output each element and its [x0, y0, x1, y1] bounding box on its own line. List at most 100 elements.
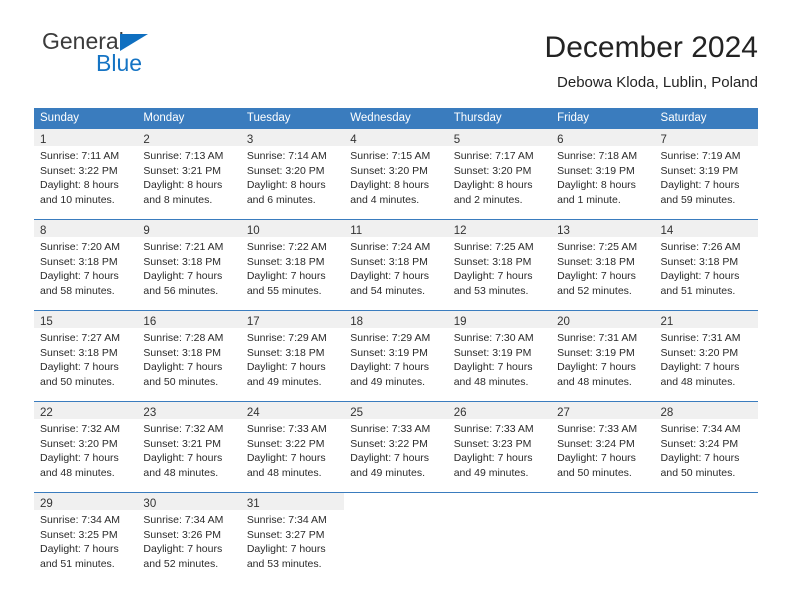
- sunrise-text: Sunrise: 7:14 AM: [246, 150, 327, 162]
- calendar-day-cell[interactable]: 1 Sunrise: 7:11 AM Sunset: 3:22 PM Daylight…: [34, 129, 138, 219]
- day-info: Sunrise: 7:14 AM Sunset: 3:20 PM Daylight:…: [241, 146, 344, 207]
- daylight-text-line1: Daylight: 7 hours: [350, 452, 430, 464]
- sunrise-text: Sunrise: 7:18 AM: [557, 150, 638, 162]
- calendar-day-cell[interactable]: 25 Sunrise: 7:33 AM Sunset: 3:22 PM Dayligh…: [344, 402, 448, 492]
- calendar-day-cell[interactable]: 17 Sunrise: 7:29 AM Sunset: 3:18 PM Dayligh…: [240, 311, 345, 401]
- day-info: Sunrise: 7:21 AM Sunset: 3:18 PM Daylight:…: [137, 237, 240, 298]
- calendar-week-row: 1 Sunrise: 7:11 AM Sunset: 3:22 PM Daylight…: [34, 129, 758, 219]
- sunset-text: Sunset: 3:20 PM: [40, 437, 118, 450]
- sunset-text: Sunset: 3:24 PM: [660, 437, 739, 450]
- logo-text-blue: Blue: [96, 50, 143, 76]
- calendar-day-cell[interactable]: 30 Sunrise: 7:34 AM Sunset: 3:26 PM Dayligh…: [137, 493, 241, 583]
- calendar-day-cell[interactable]: 21 Sunrise: 7:31 AM Sunset: 3:20 PM Dayligh…: [654, 311, 758, 401]
- calendar-day-cell[interactable]: 9 Sunrise: 7:21 AM Sunset: 3:18 PM Daylight…: [137, 220, 241, 310]
- day-info: Sunrise: 7:34 AM Sunset: 3:26 PM Daylight:…: [137, 510, 240, 571]
- day-number: 9: [143, 225, 150, 237]
- day-number-bar: 11: [344, 220, 448, 237]
- sunrise-text: Sunrise: 7:33 AM: [557, 423, 638, 435]
- daylight-text-line1: Daylight: 7 hours: [557, 270, 636, 282]
- daylight-text-line2: and 51 minutes.: [40, 557, 115, 570]
- sunset-text: Sunset: 3:18 PM: [350, 255, 428, 268]
- calendar-day-cell[interactable]: 26 Sunrise: 7:33 AM Sunset: 3:23 PM Dayligh…: [447, 402, 552, 492]
- calendar-day-cell[interactable]: 5 Sunrise: 7:17 AM Sunset: 3:20 PM Daylight…: [447, 129, 552, 219]
- daylight-text-line2: and 52 minutes.: [143, 557, 219, 570]
- calendar-day-cell[interactable]: 13 Sunrise: 7:25 AM Sunset: 3:18 PM Dayligh…: [551, 220, 655, 310]
- day-number: 29: [40, 498, 53, 510]
- calendar-day-cell[interactable]: 15 Sunrise: 7:27 AM Sunset: 3:18 PM Dayligh…: [34, 311, 138, 401]
- calendar-day-cell[interactable]: 4 Sunrise: 7:15 AM Sunset: 3:20 PM Daylight…: [344, 129, 448, 219]
- calendar-day-cell[interactable]: 19 Sunrise: 7:30 AM Sunset: 3:19 PM Dayligh…: [447, 311, 552, 401]
- weekday-header-thursday: Thursday: [453, 112, 502, 124]
- sunset-text: Sunset: 3:18 PM: [660, 255, 739, 268]
- daylight-text-line2: and 4 minutes.: [350, 193, 420, 206]
- sunrise-text: Sunrise: 7:19 AM: [660, 150, 741, 162]
- calendar-day-cell[interactable]: 28 Sunrise: 7:34 AM Sunset: 3:24 PM Dayligh…: [654, 402, 758, 492]
- calendar-day-cell[interactable]: 6 Sunrise: 7:18 AM Sunset: 3:19 PM Daylight…: [551, 129, 655, 219]
- sunrise-text: Sunrise: 7:22 AM: [246, 241, 327, 253]
- calendar-day-cell[interactable]: 16 Sunrise: 7:28 AM Sunset: 3:18 PM Dayligh…: [137, 311, 241, 401]
- sunrise-text: Sunrise: 7:24 AM: [350, 241, 431, 253]
- daylight-text-line1: Daylight: 8 hours: [40, 179, 119, 191]
- calendar-day-cell[interactable]: 23 Sunrise: 7:32 AM Sunset: 3:21 PM Dayligh…: [137, 402, 241, 492]
- day-number-bar: 24: [240, 402, 345, 419]
- day-number-bar: 8: [34, 220, 138, 237]
- calendar-day-cell[interactable]: 3 Sunrise: 7:14 AM Sunset: 3:20 PM Daylight…: [240, 129, 345, 219]
- daylight-text-line2: and 53 minutes.: [453, 284, 529, 297]
- calendar-day-cell[interactable]: 24 Sunrise: 7:33 AM Sunset: 3:22 PM Dayligh…: [240, 402, 345, 492]
- day-number-bar: 30: [137, 493, 241, 510]
- calendar-day-cell[interactable]: 31 Sunrise: 7:34 AM Sunset: 3:27 PM Dayligh…: [240, 493, 345, 583]
- day-number-bar: 7: [654, 129, 758, 146]
- sunrise-text: Sunrise: 7:34 AM: [660, 423, 741, 435]
- day-number: 22: [40, 407, 53, 419]
- day-number-bar: 10: [240, 220, 345, 237]
- day-number: 16: [143, 316, 157, 328]
- calendar-day-cell[interactable]: 22 Sunrise: 7:32 AM Sunset: 3:20 PM Dayligh…: [34, 402, 138, 492]
- calendar-day-cell[interactable]: 10 Sunrise: 7:22 AM Sunset: 3:18 PM Dayligh…: [240, 220, 345, 310]
- calendar-day-cell[interactable]: 18 Sunrise: 7:29 AM Sunset: 3:19 PM Dayligh…: [344, 311, 448, 401]
- calendar-day-cell[interactable]: 12 Sunrise: 7:25 AM Sunset: 3:18 PM Dayligh…: [447, 220, 552, 310]
- day-info: Sunrise: 7:17 AM Sunset: 3:20 PM Daylight:…: [448, 146, 551, 207]
- calendar-day-cell-empty: [551, 493, 654, 583]
- daylight-text-line1: Daylight: 8 hours: [143, 179, 223, 191]
- sunrise-text: Sunrise: 7:34 AM: [143, 514, 224, 526]
- sunset-text: Sunset: 3:19 PM: [557, 164, 635, 177]
- general-blue-logo[interactable]: General Blue: [34, 28, 184, 80]
- daylight-text-line1: Daylight: 8 hours: [350, 179, 430, 191]
- daylight-text-line1: Daylight: 7 hours: [143, 361, 223, 373]
- day-info: Sunrise: 7:24 AM Sunset: 3:18 PM Daylight:…: [344, 237, 447, 298]
- sunrise-text: Sunrise: 7:32 AM: [40, 423, 120, 435]
- daylight-text-line1: Daylight: 7 hours: [246, 452, 326, 464]
- daylight-text-line2: and 48 minutes.: [40, 466, 115, 479]
- calendar-day-cell[interactable]: 20 Sunrise: 7:31 AM Sunset: 3:19 PM Dayligh…: [551, 311, 655, 401]
- daylight-text-line1: Daylight: 7 hours: [660, 452, 740, 464]
- day-number-bar: 4: [344, 129, 448, 146]
- day-info: Sunrise: 7:32 AM Sunset: 3:21 PM Daylight:…: [137, 419, 240, 480]
- day-number: 15: [40, 316, 53, 328]
- daylight-text-line2: and 49 minutes.: [350, 466, 425, 479]
- calendar-day-cell[interactable]: 27 Sunrise: 7:33 AM Sunset: 3:24 PM Dayligh…: [551, 402, 655, 492]
- daylight-text-line1: Daylight: 7 hours: [246, 270, 326, 282]
- day-number: 31: [246, 498, 260, 510]
- day-info: Sunrise: 7:29 AM Sunset: 3:18 PM Daylight:…: [241, 328, 344, 389]
- day-number-bar: 14: [654, 220, 758, 237]
- sunset-text: Sunset: 3:18 PM: [246, 255, 325, 268]
- day-number: 30: [143, 498, 157, 510]
- day-number-bar: 25: [344, 402, 448, 419]
- day-number: 27: [557, 407, 570, 419]
- calendar-day-cell[interactable]: 8 Sunrise: 7:20 AM Sunset: 3:18 PM Daylight…: [34, 220, 138, 310]
- calendar-day-cell[interactable]: 2 Sunrise: 7:13 AM Sunset: 3:21 PM Daylight…: [137, 129, 241, 219]
- calendar-day-cell[interactable]: 14 Sunrise: 7:26 AM Sunset: 3:18 PM Dayligh…: [654, 220, 758, 310]
- calendar-day-cell[interactable]: 11 Sunrise: 7:24 AM Sunset: 3:18 PM Dayligh…: [344, 220, 448, 310]
- sunset-text: Sunset: 3:22 PM: [40, 164, 118, 177]
- calendar-day-cell[interactable]: 29 Sunrise: 7:34 AM Sunset: 3:25 PM Dayligh…: [34, 493, 138, 583]
- day-number-bar: 13: [551, 220, 655, 237]
- day-number: 11: [350, 225, 363, 237]
- sunset-text: Sunset: 3:20 PM: [453, 164, 532, 177]
- daylight-text-line1: Daylight: 7 hours: [660, 179, 740, 191]
- sunset-text: Sunset: 3:21 PM: [143, 164, 222, 177]
- daylight-text-line1: Daylight: 7 hours: [40, 361, 119, 373]
- calendar-day-cell[interactable]: 7 Sunrise: 7:19 AM Sunset: 3:19 PM Daylight…: [654, 129, 758, 219]
- sunrise-text: Sunrise: 7:20 AM: [40, 241, 120, 253]
- day-number-bar: 17: [240, 311, 345, 328]
- daylight-text-line2: and 48 minutes.: [246, 466, 322, 479]
